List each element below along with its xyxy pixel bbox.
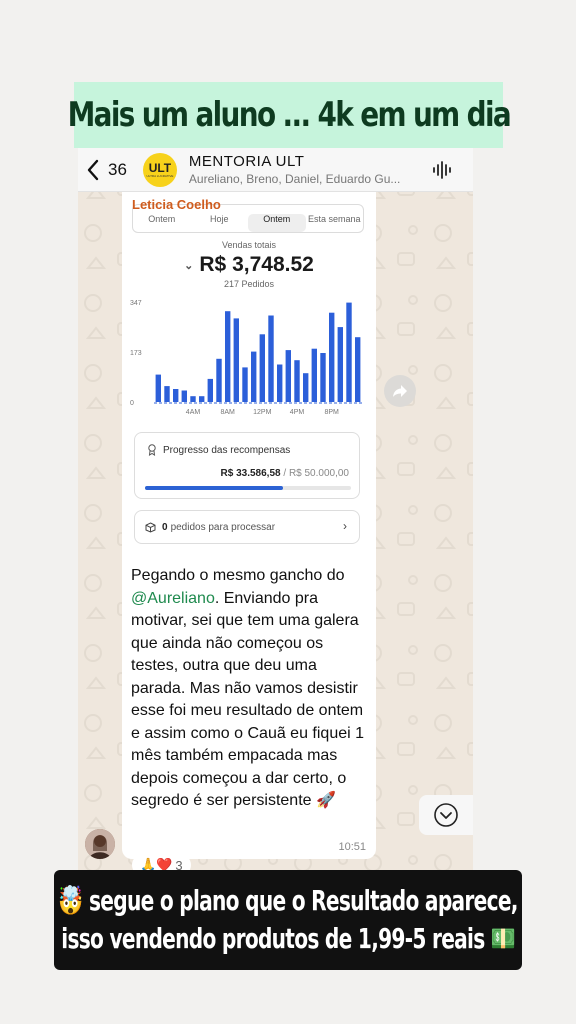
sender-name[interactable]: Leticia Coelho [132, 197, 221, 212]
reward-progress-fill [145, 486, 284, 490]
y-tick-label: 347 [130, 300, 142, 307]
chart-bar [329, 312, 335, 402]
group-avatar-text: ULT [148, 160, 172, 175]
group-info[interactable]: MENTORIA ULT Aureliano, Breno, Daniel, E… [189, 153, 419, 186]
top-caption-text: Mais um aluno ... 4k em um dia [67, 95, 511, 135]
pending-orders-card: 0 pedidos para processar › [134, 510, 360, 544]
chart-bar [251, 351, 257, 402]
x-tick-label: 8PM [324, 409, 339, 416]
orders-count: 217 Pedidos [223, 279, 275, 289]
chat-header: 36 ULT ULTRA LUCRATIVE MENTORIA ULT Aure… [78, 148, 473, 192]
group-avatar-subtext: ULTRA LUCRATIVE [146, 173, 174, 178]
bottom-caption-line: 🤯 segue o plano que o Resultado aparece, [58, 884, 518, 917]
sales-label: Vendas totais [221, 240, 277, 250]
group-members: Aureliano, Breno, Daniel, Eduardo Gu... [188, 172, 401, 186]
bottom-caption: 🤯 segue o plano que o Resultado aparece,… [54, 870, 522, 970]
sales-amount-value: R$ 3,748.52 [199, 253, 314, 276]
period-tab: Hoje [209, 214, 229, 224]
chart-bar [355, 337, 361, 402]
reward-progress-card: Progresso das recompensas R$ 33.586,58 /… [134, 432, 360, 499]
back-button[interactable]: 36 [86, 159, 127, 181]
chat-screen: 36 ULT ULTRA LUCRATIVE MENTORIA ULT Aure… [78, 148, 473, 870]
group-name: MENTORIA ULT [188, 153, 305, 170]
bottom-caption-line: isso vendendo produtos de 1,99-5 reais 💵 [61, 922, 516, 955]
message-bubble[interactable]: Ontem Hoje Ontem Esta semana Leticia Coe… [122, 192, 376, 859]
y-tick-label: 0 [130, 400, 134, 407]
message-text-after: . Enviando pra motivar, sei que tem uma … [131, 589, 365, 810]
chart-bar [294, 360, 300, 402]
trophy-icon [148, 444, 156, 456]
reactions-count: 3 [175, 857, 183, 871]
reward-progress-track [145, 486, 351, 490]
scroll-down-button[interactable] [419, 795, 473, 835]
reward-current: R$ 33.586,58 [220, 468, 281, 479]
box-icon [145, 521, 156, 533]
chart-bar [233, 318, 239, 402]
chart-bar [225, 311, 231, 402]
chart-bar [346, 302, 352, 402]
chart-bar [164, 386, 170, 402]
period-tab-active: Ontem [248, 214, 306, 232]
unread-count: 36 [108, 159, 127, 179]
user-avatar-icon [85, 829, 115, 859]
reward-separator: / [280, 468, 289, 479]
forward-icon [393, 385, 407, 397]
pending-text: pedidos para processar [170, 521, 276, 533]
chart-bar [303, 373, 309, 402]
chart-bar [337, 327, 343, 402]
reward-title: Progresso das recompensas [147, 444, 290, 456]
x-tick-label: 4AM [186, 409, 201, 416]
message-reactions[interactable]: 🙏❤️ 3 [132, 854, 191, 870]
y-tick-label: 173 [130, 350, 142, 357]
sales-amount: ⌄ R$ 3,748.52 [122, 253, 376, 277]
reward-title-text: Progresso das recompensas [163, 444, 291, 456]
chart-bar [207, 378, 213, 402]
message-time: 10:51 [338, 841, 366, 853]
message-text-before: Pegando o mesmo gancho do [131, 567, 345, 584]
chevron-down-icon: ⌄ [184, 259, 194, 272]
top-caption: Mais um aluno ... 4k em um dia [67, 82, 511, 148]
chevron-left-icon [87, 159, 99, 180]
pending-count: 0 [162, 521, 168, 533]
chart-bar [173, 389, 179, 402]
x-tick-label: 4PM [290, 409, 305, 416]
reward-total: R$ 50.000,00 [288, 468, 349, 479]
chart-bar [155, 374, 161, 402]
chart-bar [216, 358, 222, 402]
message-text: Pegando o mesmo gancho do @Aureliano. En… [131, 565, 371, 813]
x-tick-label: 8AM [220, 409, 235, 416]
chart-bar [277, 364, 283, 402]
reactions-emoji: 🙏❤️ [140, 857, 173, 870]
group-avatar[interactable]: ULT ULTRA LUCRATIVE [142, 152, 177, 187]
chart-bar [268, 315, 274, 402]
sales-bar-chart: 347 173 0 4AM 8AM 12PM 4PM 8PM [130, 300, 362, 416]
chart-bar [311, 348, 317, 402]
x-tick-label: 12PM [253, 409, 271, 416]
sender-avatar[interactable] [85, 829, 115, 859]
chart-bar [259, 334, 265, 402]
chart-bar [242, 367, 248, 402]
period-tab: Ontem [148, 214, 176, 224]
mention-link[interactable]: @Aureliano [131, 590, 215, 607]
period-tab: Esta semana [307, 214, 361, 224]
chart-bar [320, 353, 326, 402]
chart-bar [199, 396, 205, 402]
chevron-down-circle-icon [434, 803, 458, 827]
chart-bar [181, 390, 187, 402]
reward-values: R$ 33.586,58 / R$ 50.000,00 [221, 468, 349, 479]
audio-wave-icon[interactable] [431, 159, 453, 181]
forward-button[interactable] [384, 375, 416, 407]
chevron-right-icon: › [343, 519, 347, 533]
chart-bar [285, 350, 291, 402]
chart-bar [190, 396, 196, 402]
